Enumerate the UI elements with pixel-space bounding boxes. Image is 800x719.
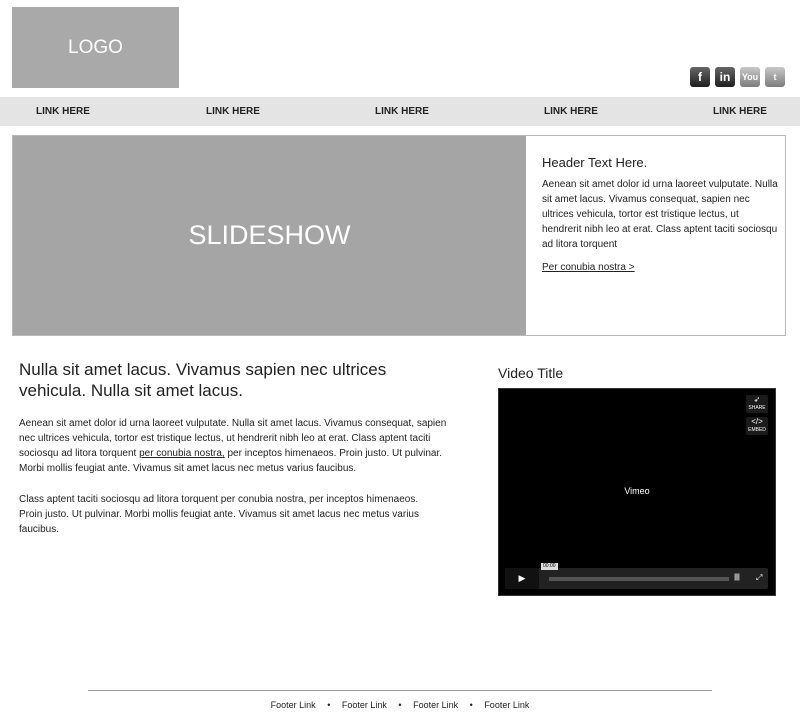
nav-link-3[interactable]: LINK HERE bbox=[375, 97, 429, 126]
fullscreen-icon[interactable]: ⤢ bbox=[756, 573, 762, 583]
main-nav: LINK HERE LINK HERE LINK HERE LINK HERE … bbox=[0, 97, 800, 126]
play-button[interactable]: ▶ bbox=[505, 568, 539, 589]
share-button[interactable]: ➶ SHARE bbox=[746, 395, 768, 413]
facebook-icon[interactable]: f bbox=[690, 67, 710, 87]
main-paragraph-2: Class aptent taciti sociosqu ad litora t… bbox=[19, 494, 419, 535]
hero-body: Aenean sit amet dolor id urna laoreet vu… bbox=[542, 179, 778, 250]
embed-button[interactable]: </> EMBED bbox=[746, 417, 768, 435]
footer-link-4[interactable]: Footer Link bbox=[484, 700, 529, 710]
footer-link-3[interactable]: Footer Link bbox=[413, 700, 458, 710]
embed-icon: </> bbox=[751, 417, 763, 426]
inline-link[interactable]: per conubia nostra, bbox=[139, 448, 225, 459]
youtube-icon[interactable]: You bbox=[740, 67, 760, 87]
linkedin-icon[interactable]: in bbox=[715, 67, 735, 87]
hero-text-panel: Header Text Here. Aenean sit amet dolor … bbox=[542, 155, 778, 275]
slideshow[interactable]: SLIDESHOW bbox=[13, 136, 526, 335]
video-player[interactable]: ➶ SHARE </> EMBED Vimeo ▶ 00:00 |||||| ⤢ bbox=[498, 388, 776, 596]
video-title: Video Title bbox=[498, 365, 564, 381]
progress-bar[interactable] bbox=[549, 577, 729, 581]
share-label: SHARE bbox=[748, 405, 766, 411]
main-heading: Nulla sit amet lacus. Vivamus sapien nec… bbox=[19, 360, 387, 400]
nav-link-4[interactable]: LINK HERE bbox=[544, 97, 598, 126]
footer-separator: • bbox=[469, 700, 473, 710]
footer-separator: • bbox=[327, 700, 331, 710]
hero-link[interactable]: Per conubia nostra > bbox=[542, 262, 635, 273]
video-controls: ▶ 00:00 |||||| ⤢ bbox=[505, 563, 768, 589]
footer: Footer Link • Footer Link • Footer Link … bbox=[0, 700, 800, 710]
nav-link-2[interactable]: LINK HERE bbox=[206, 97, 260, 126]
video-label: Vimeo bbox=[624, 486, 650, 496]
social-links: f in You t bbox=[690, 67, 785, 87]
logo[interactable]: LOGO bbox=[12, 7, 179, 88]
footer-link-2[interactable]: Footer Link bbox=[342, 700, 387, 710]
main-paragraph-1: Aenean sit amet dolor id urna laoreet vu… bbox=[19, 416, 459, 476]
footer-separator: • bbox=[398, 700, 402, 710]
hero-section: SLIDESHOW Header Text Here. Aenean sit a… bbox=[12, 135, 786, 336]
play-icon: ▶ bbox=[518, 573, 526, 583]
nav-link-1[interactable]: LINK HERE bbox=[36, 97, 90, 126]
hero-title: Header Text Here. bbox=[542, 155, 648, 170]
embed-label: EMBED bbox=[748, 427, 766, 433]
timecode: 00:00 bbox=[541, 563, 558, 570]
footer-divider bbox=[88, 690, 712, 691]
footer-link-1[interactable]: Footer Link bbox=[271, 700, 316, 710]
share-icon: ➶ bbox=[753, 395, 761, 404]
nav-link-5[interactable]: LINK HERE bbox=[713, 97, 767, 126]
twitter-icon[interactable]: t bbox=[765, 67, 785, 87]
volume-icon[interactable]: |||||| bbox=[734, 574, 740, 581]
